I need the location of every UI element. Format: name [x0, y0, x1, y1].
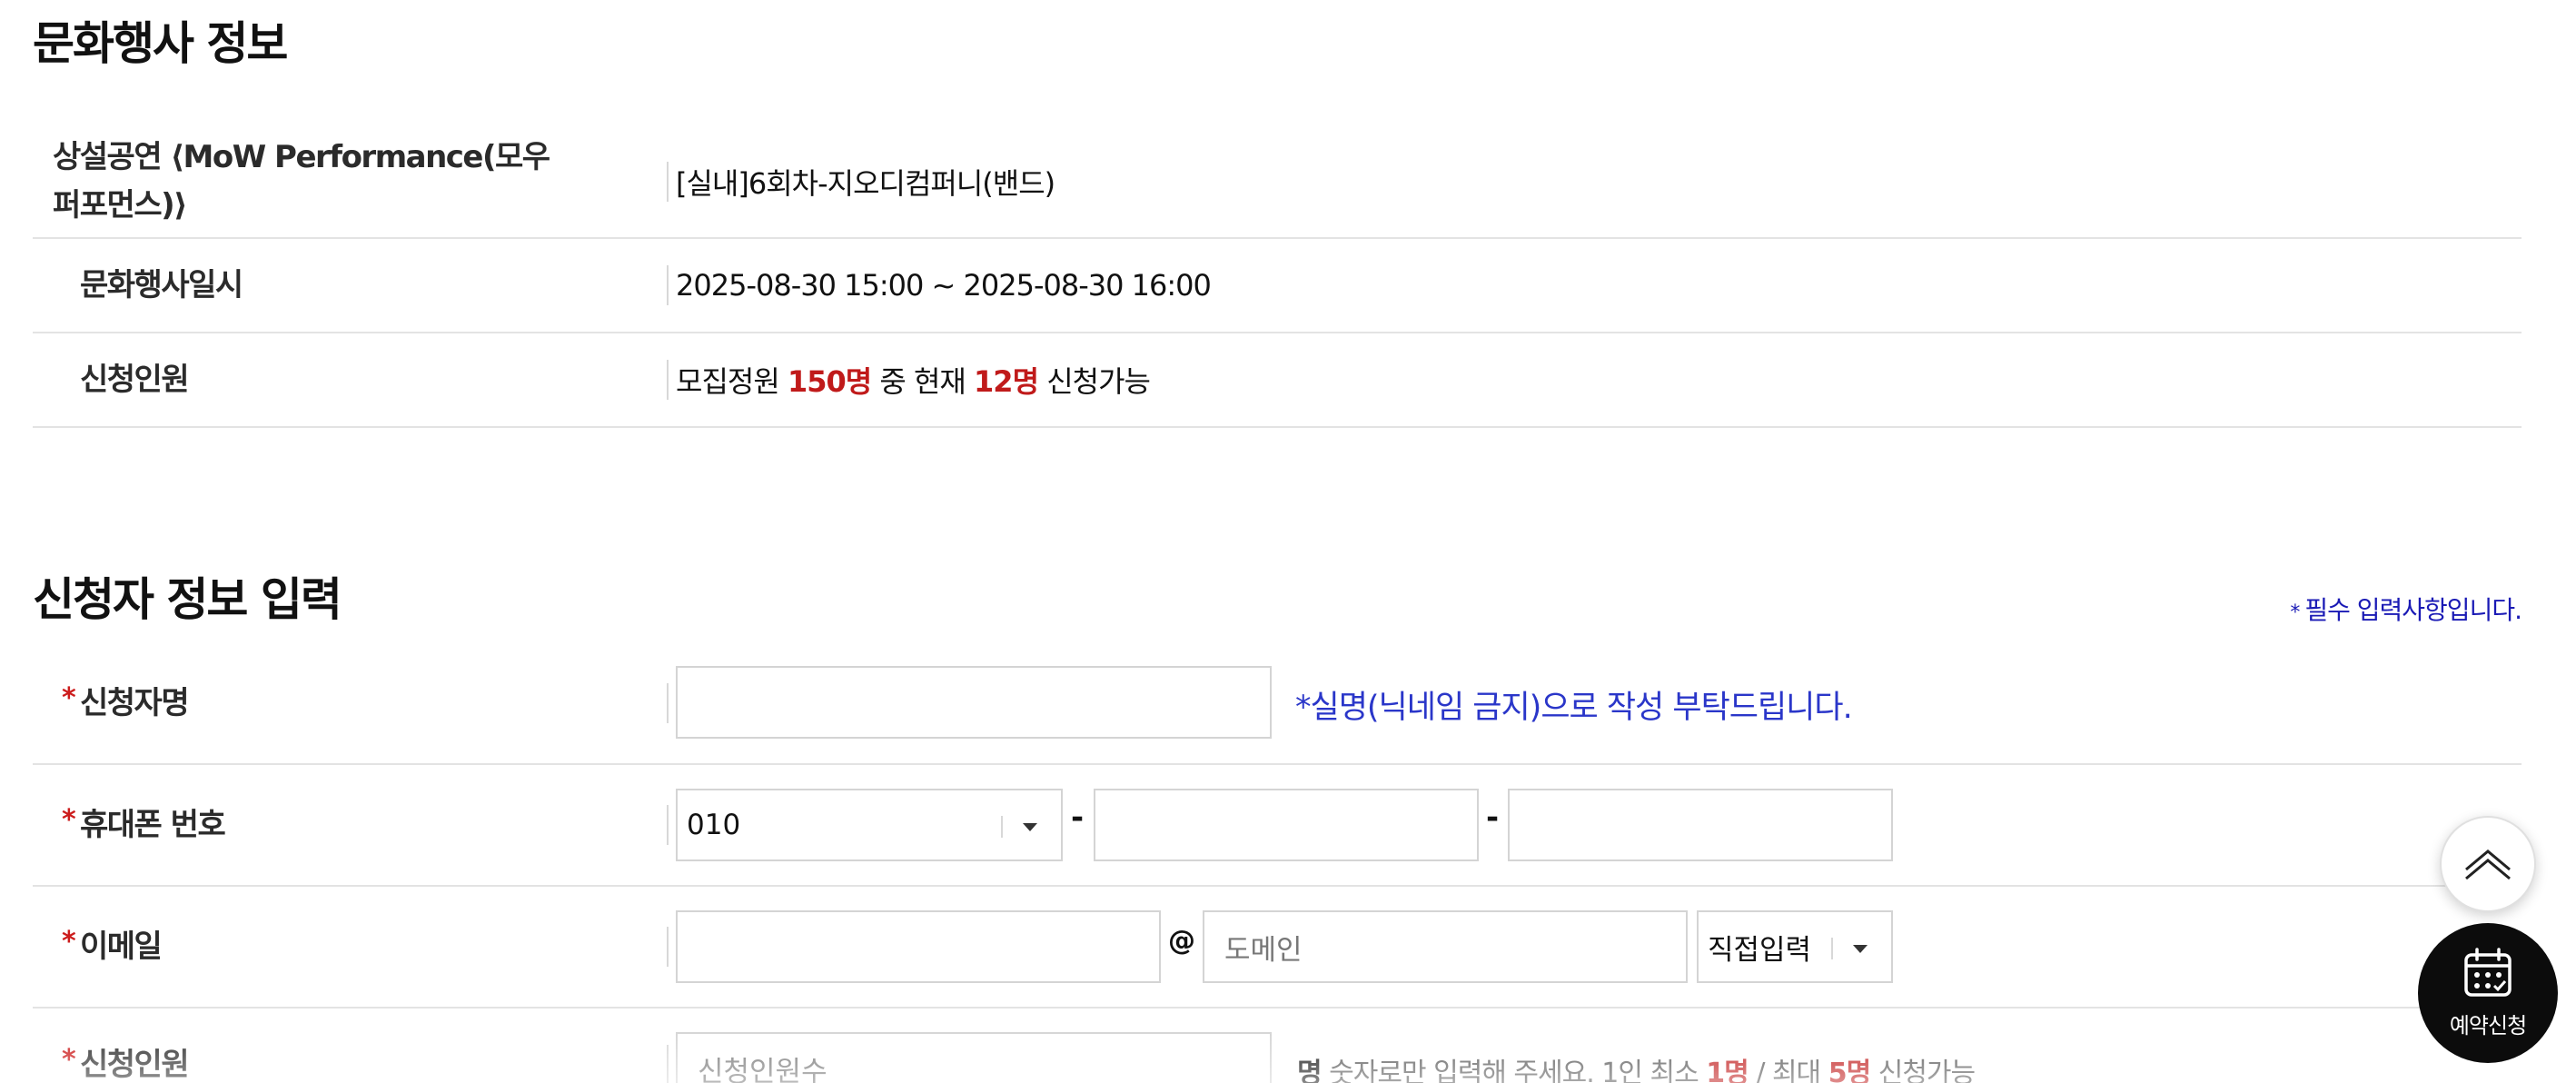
required-mark: *: [62, 682, 76, 714]
phone-last-input[interactable]: [1508, 789, 1893, 861]
phone-prefix-select[interactable]: 010: [676, 789, 1063, 861]
applicant-name-input[interactable]: [676, 666, 1272, 739]
select-divider: [1831, 938, 1833, 959]
event-row-capacity: 신청인원 모집정원 150명 중 현재 12명 신청가능: [33, 333, 2522, 428]
event-row-datetime: 문화행사일시 2025-08-30 15:00 ~ 2025-08-30 16:…: [33, 239, 2522, 333]
required-star: *: [2290, 601, 2300, 624]
required-mark: *: [62, 1044, 76, 1076]
form-row-name: * 신청자명 *실명(닉네임 금지)으로 작성 부탁드립니다.: [33, 643, 2522, 765]
chevron-up-icon: [2465, 850, 2511, 880]
phone-label: * 휴대폰 번호: [33, 765, 636, 885]
event-datetime-label: 문화행사일시: [33, 239, 636, 332]
event-title-value: [실내]6회차-지오디컴퍼니(밴드): [676, 165, 1055, 201]
headcount-hint-b: 신청가능: [1878, 1058, 1976, 1083]
email-domain-select[interactable]: 직접입력: [1697, 910, 1893, 983]
booking-button[interactable]: 예약신청: [2418, 923, 2558, 1063]
headcount-label: * 신청인원: [33, 1008, 636, 1083]
name-hint: *실명(닉네임 금지)으로 작성 부탁드립니다.: [1295, 690, 1853, 726]
headcount-unit: 명: [1297, 1058, 1323, 1083]
event-row-title: 상설공연 ⟨MoW Performance(모우 퍼포먼스)⟩ [실내]6회차-…: [33, 125, 2522, 239]
headcount-placeholder: 신청인원수: [698, 1055, 827, 1083]
form-row-email: * 이메일 @ 도메인 직접입력: [33, 887, 2522, 1008]
booking-label: 예약신청: [2449, 1012, 2527, 1038]
headcount-max: 5명: [1828, 1058, 1871, 1083]
email-domain-input[interactable]: 도메인: [1203, 910, 1688, 983]
email-domain-select-value: 직접입력: [1708, 933, 1812, 967]
capacity-total: 150명: [787, 364, 872, 399]
capacity-available: 12명: [974, 364, 1039, 399]
required-mark: *: [62, 926, 76, 958]
capacity-prefix: 모집정원: [676, 364, 780, 399]
headcount-min: 1명: [1706, 1058, 1749, 1083]
form-row-headcount: * 신청인원 신청인원수 명 숫자로만 입력해 주세요. 1인 최소 1명 / …: [33, 1008, 2522, 1083]
email-local-input[interactable]: [676, 910, 1161, 983]
headcount-input[interactable]: 신청인원수: [676, 1032, 1272, 1083]
calendar-icon: [2464, 947, 2512, 997]
email-label: * 이메일: [33, 887, 636, 1007]
phone-prefix-value: 010: [687, 809, 741, 841]
headcount-hint-sep: / 최대: [1756, 1058, 1821, 1083]
select-divider: [1001, 816, 1003, 838]
phone-separator-1: -: [1071, 800, 1085, 836]
required-note: * 필수 입력사항입니다.: [2290, 591, 2522, 627]
capacity-suffix: 신청가능: [1046, 364, 1151, 399]
required-mark: *: [62, 804, 76, 836]
name-label: * 신청자명: [33, 643, 636, 763]
email-domain-placeholder: 도메인: [1224, 933, 1303, 967]
event-datetime-value: 2025-08-30 15:00 ~ 2025-08-30 16:00: [676, 268, 1212, 303]
phone-label-text: 휴대폰 번호: [80, 806, 226, 843]
email-at-symbol: @: [1168, 925, 1195, 957]
headcount-hint: 명 숫자로만 입력해 주세요. 1인 최소 1명 / 최대 5명 신청가능: [1297, 1050, 1976, 1083]
phone-middle-input[interactable]: [1094, 789, 1479, 861]
scroll-top-button[interactable]: [2440, 816, 2536, 912]
section-title-event-info: 문화행사 정보: [33, 17, 288, 70]
headcount-hint-a: 숫자로만 입력해 주세요. 1인 최소: [1329, 1058, 1699, 1083]
chevron-down-icon: [1023, 823, 1037, 831]
required-note-text: 필수 입력사항입니다.: [2304, 595, 2522, 625]
email-label-text: 이메일: [80, 928, 163, 965]
capacity-middle: 중 현재: [879, 364, 966, 399]
phone-separator-2: -: [1486, 800, 1500, 836]
event-capacity-value: 모집정원 150명 중 현재 12명 신청가능: [676, 333, 1151, 426]
section-title-applicant-info: 신청자 정보 입력: [33, 573, 342, 626]
event-title-label: 상설공연 ⟨MoW Performance(모우 퍼포먼스)⟩: [33, 125, 636, 237]
event-capacity-label: 신청인원: [33, 333, 636, 426]
name-label-text: 신청자명: [80, 684, 190, 721]
headcount-label-text: 신청인원: [80, 1046, 190, 1083]
chevron-down-icon: [1853, 945, 1868, 953]
form-row-phone: * 휴대폰 번호 010 - -: [33, 765, 2522, 887]
